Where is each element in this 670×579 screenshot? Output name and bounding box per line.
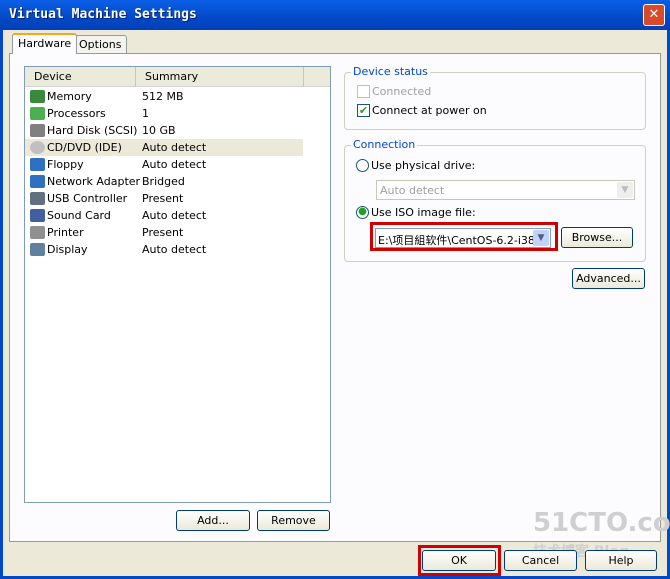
browse-button[interactable]: Browse... <box>561 227 633 248</box>
cd-dvd-icon <box>30 141 45 154</box>
device-row[interactable]: Hard Disk (SCSI) 10 GB <box>25 122 330 139</box>
hard-disk-icon <box>30 124 45 137</box>
physical-drive-radio[interactable] <box>356 159 369 172</box>
device-name: Memory <box>47 90 92 103</box>
usb-icon <box>30 192 45 205</box>
connected-label: Connected <box>372 85 432 98</box>
device-name: Network Adapter <box>47 175 141 188</box>
device-summary: Auto detect <box>142 243 207 256</box>
device-status-group: Device status Connected ✔ Connect at pow… <box>344 65 646 130</box>
physical-drive-value: Auto detect <box>380 184 445 197</box>
device-row[interactable]: Processors 1 <box>25 105 330 122</box>
chevron-down-icon: ▼ <box>617 182 633 198</box>
column-device[interactable]: Device <box>34 70 72 83</box>
device-summary: 512 MB <box>142 90 184 103</box>
device-row[interactable]: Memory 512 MB <box>25 88 330 105</box>
device-summary: Auto detect <box>142 209 207 222</box>
connected-checkbox[interactable] <box>357 85 370 98</box>
network-icon <box>30 175 45 188</box>
advanced-button[interactable]: Advanced... <box>572 268 645 289</box>
memory-icon <box>30 90 45 103</box>
device-row[interactable]: Printer Present <box>25 224 330 241</box>
title-bar: Virtual Machine Settings ✕ <box>0 0 670 30</box>
window-title: Virtual Machine Settings <box>9 7 197 22</box>
list-header: Device Summary <box>25 67 330 87</box>
device-name: Floppy <box>47 158 84 171</box>
cancel-button[interactable]: Cancel <box>504 550 577 571</box>
device-name: Processors <box>47 107 106 120</box>
connection-label: Connection <box>351 138 418 151</box>
device-row[interactable]: Sound Card Auto detect <box>25 207 330 224</box>
physical-drive-label: Use physical drive: <box>371 159 476 172</box>
tab-hardware[interactable]: Hardware <box>12 33 78 54</box>
device-name: Hard Disk (SCSI) <box>47 124 138 137</box>
remove-button[interactable]: Remove <box>257 510 330 531</box>
iso-image-label: Use ISO image file: <box>371 206 476 219</box>
device-name: Printer <box>47 226 84 239</box>
device-name: USB Controller <box>47 192 128 205</box>
highlight-box <box>370 222 558 251</box>
device-summary: 10 GB <box>142 124 176 137</box>
device-name: Sound Card <box>47 209 111 222</box>
device-row[interactable]: Network Adapter Bridged <box>25 173 330 190</box>
device-name: Display <box>47 243 88 256</box>
device-row[interactable]: Display Auto detect <box>25 241 330 258</box>
highlight-box <box>418 545 501 576</box>
power-on-checkbox[interactable]: ✔ <box>357 104 370 117</box>
device-summary: Auto detect <box>142 141 207 154</box>
device-row[interactable]: USB Controller Present <box>25 190 330 207</box>
device-summary: Present <box>142 226 184 239</box>
device-list[interactable]: Device Summary Memory 512 MB Processors 1 Ha… <box>24 66 331 503</box>
close-button[interactable]: ✕ <box>643 4 665 26</box>
device-summary: Auto detect <box>142 158 207 171</box>
processor-icon <box>30 107 45 120</box>
add-button[interactable]: Add... <box>176 510 250 531</box>
tab-options[interactable]: Options <box>73 35 128 54</box>
display-icon <box>30 243 45 256</box>
power-on-label: Connect at power on <box>372 104 487 117</box>
device-name: CD/DVD (IDE) <box>47 141 122 154</box>
device-row[interactable]: CD/DVD (IDE) Auto detect <box>25 139 303 156</box>
help-button[interactable]: Help <box>585 550 657 571</box>
floppy-icon <box>30 158 45 171</box>
printer-icon <box>30 226 45 239</box>
device-row[interactable]: Floppy Auto detect <box>25 156 330 173</box>
column-summary[interactable]: Summary <box>145 70 198 83</box>
device-summary: 1 <box>142 107 149 120</box>
device-summary: Present <box>142 192 184 205</box>
sound-icon <box>30 209 45 222</box>
physical-drive-select[interactable]: Auto detect ▼ <box>376 180 635 200</box>
device-summary: Bridged <box>142 175 185 188</box>
watermark: 51CTO.com <box>533 508 670 538</box>
device-status-label: Device status <box>351 65 430 78</box>
iso-image-radio[interactable]: ● <box>356 206 369 219</box>
